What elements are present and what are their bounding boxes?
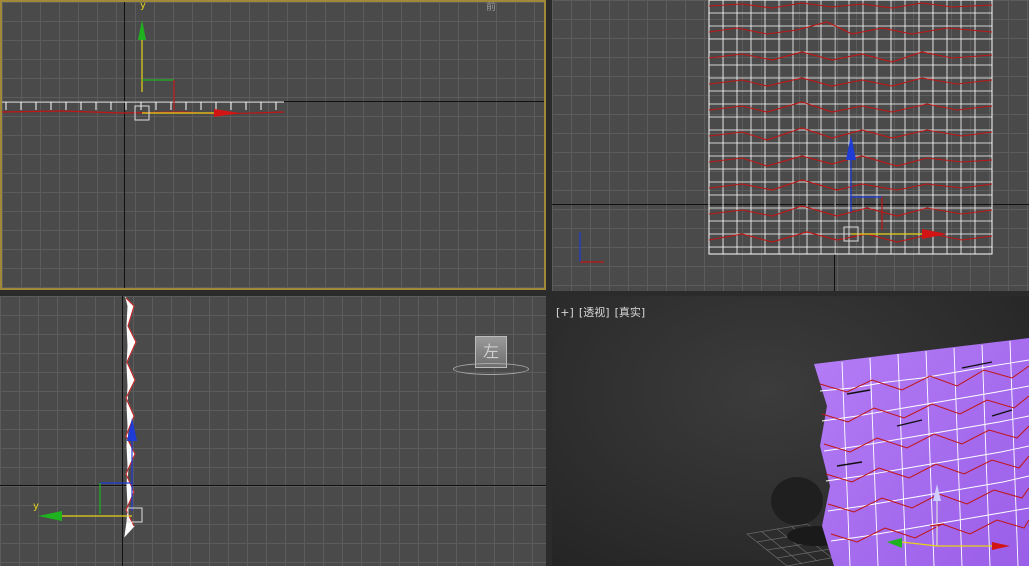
front-scene (579, 0, 993, 263)
axis-tripod-front (579, 232, 604, 263)
perspective-scene (746, 338, 1029, 566)
left-scene (38, 296, 143, 538)
cloth-mesh-front[interactable] (708, 0, 993, 255)
viewport-left[interactable]: 左 y (0, 296, 546, 566)
gizmo-y-label: y (33, 501, 39, 512)
viewport-front[interactable] (552, 0, 1029, 291)
shadow-object (771, 477, 823, 525)
top-scene (2, 20, 285, 121)
move-gizmo-left[interactable] (38, 418, 143, 523)
cloth-object-left[interactable] (124, 296, 137, 538)
viewport-perspective[interactable]: [+] [透视] [真实] (552, 296, 1029, 566)
move-gizmo-front[interactable] (843, 135, 947, 242)
gizmo-y-label: y (140, 0, 146, 11)
move-gizmo-top[interactable] (134, 20, 240, 121)
viewport-top[interactable]: 前 y (0, 0, 546, 290)
cloth-mesh-perspective[interactable] (814, 338, 1029, 566)
